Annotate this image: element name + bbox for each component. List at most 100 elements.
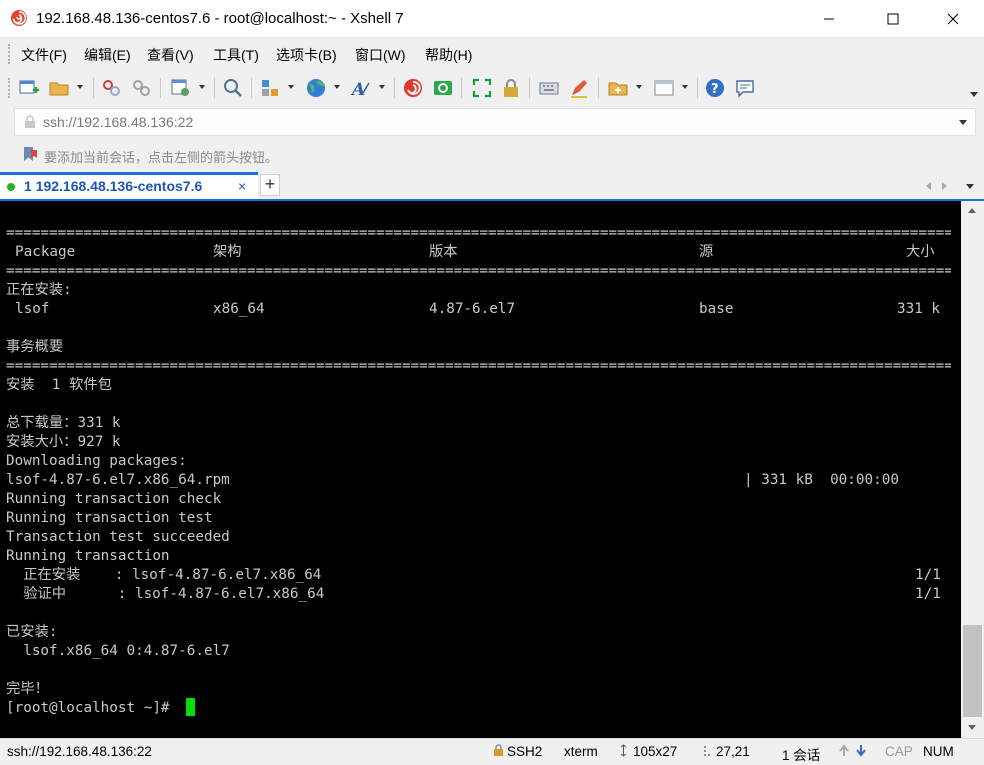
rpm-file-line: lsof-4.87-6.el7.x86_64.rpm bbox=[6, 472, 230, 488]
menu-tabs[interactable]: 选项卡(B) bbox=[276, 45, 337, 65]
minimize-icon bbox=[824, 18, 834, 20]
menu-bar: 文件(F) 编辑(E) 查看(V) 工具(T) 选项卡(B) 窗口(W) 帮助(… bbox=[0, 38, 984, 70]
properties-dropdown-arrow[interactable] bbox=[199, 85, 205, 89]
scrollbar-thumb[interactable] bbox=[963, 625, 982, 717]
installing-count: 1/1 bbox=[915, 567, 941, 583]
disconnect-icon[interactable] bbox=[101, 77, 123, 99]
address-input[interactable] bbox=[43, 112, 943, 132]
header-repo: 源 bbox=[699, 244, 714, 260]
chat-icon[interactable] bbox=[734, 77, 756, 99]
new-session-icon[interactable] bbox=[18, 77, 40, 99]
session-tab-label: 1 192.168.48.136-centos7.6 bbox=[24, 178, 203, 194]
verifying-count: 1/1 bbox=[915, 586, 941, 602]
toolbar-separator bbox=[461, 78, 462, 98]
header-version: 版本 bbox=[429, 244, 458, 260]
layout-dropdown-arrow[interactable] bbox=[682, 85, 688, 89]
session-tab[interactable]: 1 192.168.48.136-centos7.6 × bbox=[0, 172, 258, 200]
separator-line: ========================================… bbox=[6, 225, 951, 241]
find-icon[interactable] bbox=[222, 77, 244, 99]
status-num-lock: NUM bbox=[923, 744, 954, 759]
installing-line: 正在安装 : lsof-4.87-6.el7.x86_64 bbox=[6, 567, 322, 583]
menu-help[interactable]: 帮助(H) bbox=[425, 45, 472, 65]
status-sessions: 1 会话 bbox=[782, 748, 821, 763]
xshell-icon[interactable] bbox=[402, 77, 424, 99]
svg-text:?: ? bbox=[711, 82, 719, 97]
test-ok-line: Transaction test succeeded bbox=[6, 529, 230, 545]
menu-window[interactable]: 窗口(W) bbox=[355, 45, 406, 65]
menu-grip[interactable] bbox=[8, 44, 12, 64]
lock-icon[interactable] bbox=[500, 77, 522, 99]
terminal-output[interactable]: ========================================… bbox=[0, 201, 961, 738]
installed-title: 已安装: bbox=[6, 624, 58, 640]
scroll-up-arrow-icon[interactable] bbox=[968, 208, 976, 213]
toolbar-separator bbox=[598, 78, 599, 98]
minimize-button[interactable] bbox=[806, 0, 852, 38]
menu-file[interactable]: 文件(F) bbox=[21, 45, 67, 65]
close-window-button[interactable] bbox=[930, 0, 976, 38]
transfer-icon[interactable] bbox=[259, 77, 281, 99]
status-address: ssh://192.168.48.136:22 bbox=[7, 744, 152, 759]
row-package: lsof bbox=[15, 301, 50, 317]
address-dropdown-arrow[interactable] bbox=[959, 120, 967, 125]
toolbar-grip[interactable] bbox=[8, 78, 12, 98]
menu-view[interactable]: 查看(V) bbox=[147, 45, 194, 65]
tab-close-icon[interactable]: × bbox=[238, 178, 246, 194]
toolbar-separator bbox=[251, 78, 252, 98]
xftp-icon[interactable] bbox=[432, 77, 454, 99]
layout-icon[interactable] bbox=[653, 77, 675, 99]
toolbar-separator bbox=[394, 78, 395, 98]
status-size-icon bbox=[619, 744, 628, 760]
install-count: 安装 1 软件包 bbox=[6, 377, 112, 393]
highlight-icon[interactable] bbox=[568, 77, 590, 99]
tab-list-dropdown-icon[interactable] bbox=[966, 184, 974, 189]
fullscreen-icon[interactable] bbox=[471, 77, 493, 99]
running-line: Running transaction bbox=[6, 548, 170, 564]
menu-edit[interactable]: 编辑(E) bbox=[84, 45, 131, 65]
help-icon[interactable]: ? bbox=[704, 77, 726, 99]
terminal-cursor bbox=[186, 698, 195, 716]
new-tab-group-icon[interactable] bbox=[607, 77, 629, 99]
font-icon[interactable]: A bbox=[350, 77, 372, 99]
tab-strip: 1 192.168.48.136-centos7.6 × + bbox=[0, 172, 984, 200]
keyboard-icon[interactable] bbox=[538, 77, 560, 99]
maximize-button[interactable] bbox=[870, 0, 916, 38]
tab-scroll-right-icon[interactable] bbox=[942, 182, 947, 190]
open-folder-icon[interactable] bbox=[48, 77, 70, 99]
add-tab-button[interactable]: + bbox=[260, 174, 280, 196]
reconnect-icon[interactable] bbox=[131, 77, 153, 99]
properties-icon[interactable] bbox=[170, 77, 192, 99]
separator-line: ========================================… bbox=[6, 263, 951, 279]
globe-icon[interactable] bbox=[305, 77, 327, 99]
check-line: Running transaction check bbox=[6, 491, 222, 507]
tab-scroll-left-icon[interactable] bbox=[926, 182, 931, 190]
status-cursor-position: 27,21 bbox=[716, 744, 750, 759]
status-caps-lock: CAP bbox=[885, 744, 913, 759]
section-installing: 正在安装: bbox=[6, 282, 72, 298]
status-protocol-lock-icon bbox=[493, 744, 504, 760]
close-icon bbox=[947, 13, 959, 25]
terminal-scrollbar[interactable] bbox=[961, 201, 984, 738]
row-version: 4.87-6.el7 bbox=[429, 301, 516, 317]
window-title: 192.168.48.136-centos7.6 - root@localhos… bbox=[36, 10, 404, 27]
hint-bar: 要添加当前会话，点击左侧的箭头按钮。 bbox=[0, 140, 984, 170]
menu-tools[interactable]: 工具(T) bbox=[213, 45, 259, 65]
shell-prompt: [root@localhost ~]# bbox=[6, 700, 179, 716]
toolbar-separator bbox=[697, 78, 698, 98]
status-download-icon bbox=[855, 744, 867, 760]
done-line: 完毕！ bbox=[6, 681, 49, 697]
toolbar: A ? bbox=[0, 70, 984, 106]
globe-dropdown-arrow[interactable] bbox=[334, 85, 340, 89]
font-dropdown-arrow[interactable] bbox=[379, 85, 385, 89]
scroll-down-arrow-icon[interactable] bbox=[968, 725, 976, 730]
tab-group-dropdown-arrow[interactable] bbox=[636, 85, 642, 89]
xshell-app-icon bbox=[10, 9, 28, 27]
status-bar: ssh://192.168.48.136:22 SSH2 xterm 105x2… bbox=[0, 738, 984, 765]
status-size: 105x27 bbox=[633, 744, 678, 759]
svg-text:A: A bbox=[350, 80, 365, 99]
add-session-arrow-icon[interactable] bbox=[22, 146, 38, 165]
open-dropdown-arrow[interactable] bbox=[77, 85, 83, 89]
header-arch: 架构 bbox=[213, 244, 242, 260]
toolbar-overflow-arrow[interactable] bbox=[970, 92, 978, 97]
address-lock-icon bbox=[24, 115, 36, 132]
transfer-dropdown-arrow[interactable] bbox=[288, 85, 294, 89]
